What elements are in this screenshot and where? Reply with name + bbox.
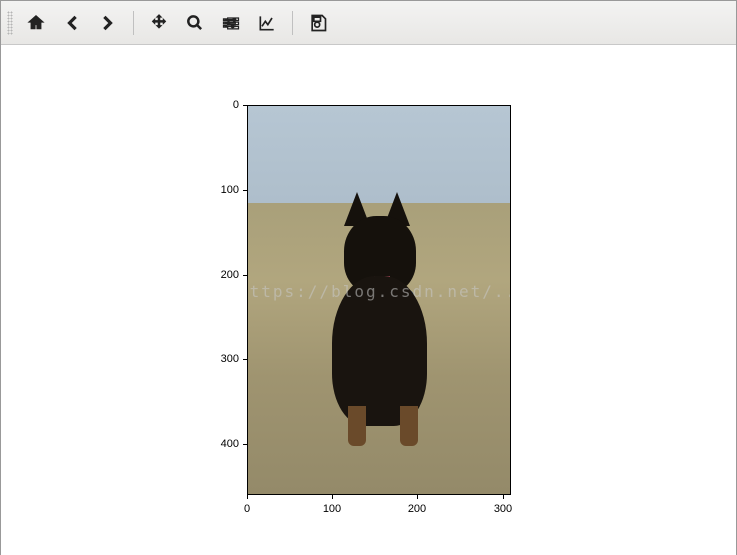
ytick-line	[243, 105, 247, 106]
dog-silhouette	[304, 186, 454, 446]
ytick-label: 300	[199, 353, 239, 365]
ytick-label: 400	[199, 438, 239, 450]
xtick-label: 200	[402, 503, 432, 515]
ytick-label: 100	[199, 184, 239, 196]
toolbar-grip	[7, 11, 13, 35]
xtick-line	[332, 495, 333, 499]
toolbar-separator	[292, 11, 293, 35]
xtick-label: 300	[488, 503, 518, 515]
save-icon	[308, 13, 328, 33]
ytick-line	[243, 359, 247, 360]
figure-canvas[interactable]: https://blog.csdn.net/....2 0 100 200 30…	[1, 45, 736, 555]
xtick-line	[417, 495, 418, 499]
ytick-line	[243, 275, 247, 276]
xtick-line	[247, 495, 248, 499]
watermark: https://blog.csdn.net/....2	[247, 282, 511, 301]
ytick-line	[243, 190, 247, 191]
back-icon	[62, 13, 82, 33]
move-icon	[149, 13, 169, 33]
zoom-button[interactable]	[178, 6, 212, 40]
back-button[interactable]	[55, 6, 89, 40]
ytick-line	[243, 444, 247, 445]
xtick-label: 0	[232, 503, 262, 515]
toolbar	[1, 1, 736, 45]
ytick-label: 0	[199, 99, 239, 111]
xtick-label: 100	[317, 503, 347, 515]
forward-icon	[98, 13, 118, 33]
axes-image: https://blog.csdn.net/....2	[247, 105, 511, 495]
axes-icon	[257, 13, 277, 33]
zoom-icon	[185, 13, 205, 33]
xtick-line	[503, 495, 504, 499]
forward-button[interactable]	[91, 6, 125, 40]
home-button[interactable]	[19, 6, 53, 40]
subplots-button[interactable]	[214, 6, 248, 40]
axes-edit-button[interactable]	[250, 6, 284, 40]
axes: https://blog.csdn.net/....2 0 100 200 30…	[247, 105, 511, 495]
toolbar-separator	[133, 11, 134, 35]
pan-button[interactable]	[142, 6, 176, 40]
ytick-label: 200	[199, 269, 239, 281]
save-button[interactable]	[301, 6, 335, 40]
home-icon	[26, 13, 46, 33]
subplots-icon	[221, 13, 241, 33]
